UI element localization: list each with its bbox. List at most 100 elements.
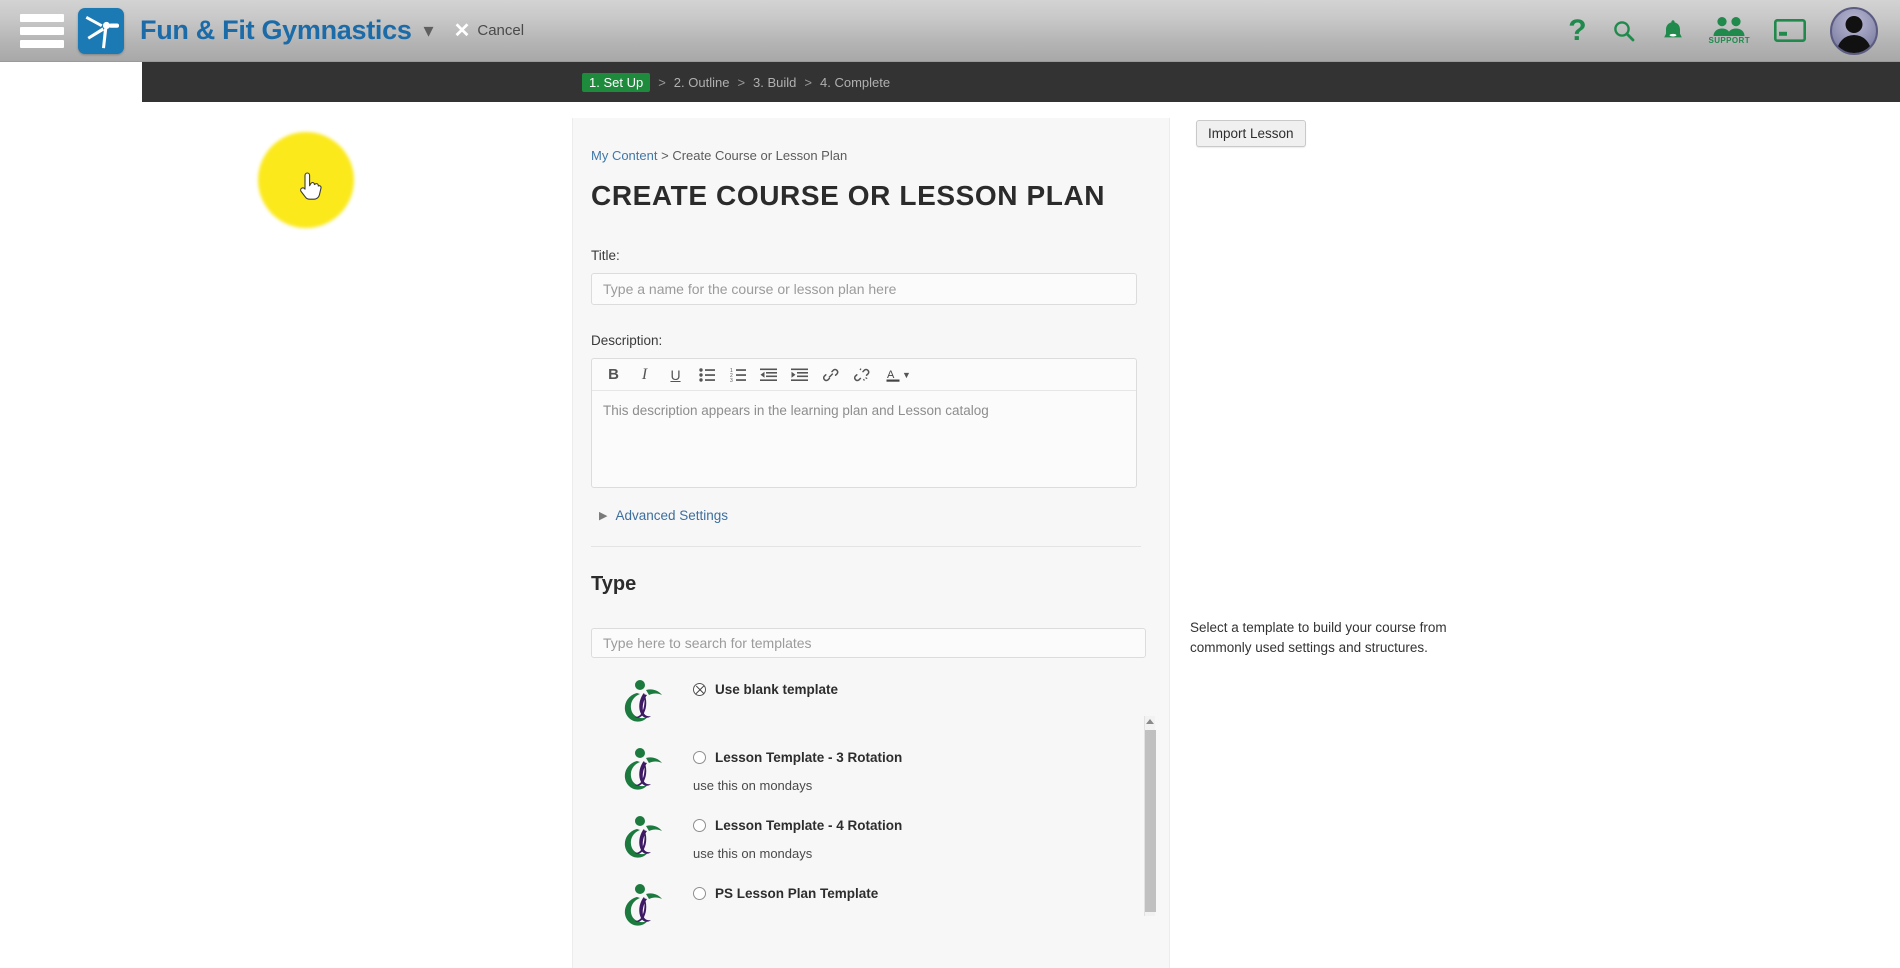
page-title: Create Course or Lesson Plan [591, 180, 1106, 211]
template-description: use this on mondays [693, 846, 813, 861]
credit-card-icon-svg [1774, 19, 1806, 42]
help-icon[interactable]: ? [1568, 15, 1586, 46]
template-logo-icon [613, 742, 671, 800]
template-name-line: Use blank template [693, 682, 838, 697]
step-separator: > [804, 74, 813, 90]
notification-bell-icon[interactable] [1661, 18, 1685, 44]
gymnast-logo-icon[interactable] [78, 7, 124, 54]
chevron-down-icon[interactable]: ▾ [424, 21, 434, 41]
wizard-step-4[interactable]: 4. Complete [820, 75, 890, 90]
app-root: Fun & Fit Gymnastics ▾ ✕ Cancel ? SUPPOR… [0, 0, 1900, 968]
template-list: Use blank template Lesson Template - 3 R… [591, 668, 1156, 940]
italic-icon[interactable]: I [629, 362, 660, 388]
pointing-hand-cursor [296, 172, 322, 209]
list-item[interactable]: PS Lesson Plan Template [591, 872, 1141, 940]
template-radio-4-rotation[interactable] [693, 819, 706, 832]
template-item-body: Use blank template [693, 674, 838, 697]
section-divider [591, 546, 1141, 547]
step-separator: > [658, 74, 666, 90]
people-icon-svg [1713, 17, 1745, 36]
unlink-svg [853, 367, 869, 381]
template-name: Lesson Template - 3 Rotation [715, 750, 903, 765]
bullet-list-svg [698, 367, 715, 382]
search-icon[interactable] [1611, 18, 1637, 44]
text-color-svg: A [886, 369, 899, 382]
chevron-down-icon[interactable]: ▼ [902, 370, 911, 380]
template-list-scrollbar[interactable] [1144, 716, 1156, 916]
top-header-bar: Fun & Fit Gymnastics ▾ ✕ Cancel ? SUPPOR… [0, 0, 1900, 62]
svg-text:3: 3 [730, 378, 733, 382]
list-item[interactable]: Lesson Template - 3 Rotation use this on… [591, 736, 1141, 804]
outdent-svg [760, 368, 777, 381]
template-logo-icon [613, 810, 671, 868]
template-name: PS Lesson Plan Template [715, 886, 879, 901]
template-name-line: Lesson Template - 3 Rotation [693, 750, 902, 765]
form-panel-inner: My Content > Create Course or Lesson Pla… [573, 118, 1169, 940]
template-logo-svg [624, 884, 662, 926]
description-editor: B I U 1 2 3 A ▼ This description appears… [591, 358, 1137, 488]
hamburger-bar [20, 26, 64, 35]
template-name: Use blank template [715, 682, 839, 697]
template-help-text: Select a template to build your course f… [1190, 620, 1447, 655]
list-item[interactable]: Lesson Template - 4 Rotation use this on… [591, 804, 1141, 872]
template-name: Lesson Template - 4 Rotation [715, 818, 903, 833]
advanced-settings-toggle[interactable]: ▶ Advanced Settings [599, 508, 1141, 523]
template-item-body: Lesson Template - 3 Rotation use this on… [693, 742, 902, 793]
template-radio-ps-lesson-plan[interactable] [693, 887, 706, 900]
list-item[interactable]: Use blank template [591, 668, 1141, 736]
main-form-panel: My Content > Create Course or Lesson Pla… [572, 118, 1170, 968]
hamburger-bar [20, 13, 64, 22]
breadcrumb-current: Create Course or Lesson Plan [672, 148, 848, 163]
wizard-step-1[interactable]: 1. Set Up [582, 72, 651, 92]
template-radio-blank[interactable] [693, 683, 706, 696]
description-field-label: Description: [591, 333, 663, 348]
unlink-icon[interactable] [846, 362, 877, 388]
type-section-heading: Type [591, 573, 637, 595]
step-separator: > [737, 74, 746, 90]
scrollbar-thumb[interactable] [1145, 730, 1156, 912]
template-name-line: PS Lesson Plan Template [693, 886, 878, 901]
title-input[interactable] [591, 273, 1137, 305]
bell-icon-svg [1663, 19, 1682, 37]
billing-card-icon[interactable] [1774, 19, 1806, 42]
template-name-line: Lesson Template - 4 Rotation [693, 818, 902, 833]
cancel-button[interactable]: ✕ Cancel [454, 21, 524, 41]
hamburger-bar [20, 39, 64, 48]
bold-icon[interactable]: B [598, 362, 629, 388]
user-avatar[interactable] [1830, 6, 1878, 55]
breadcrumb: My Content > Create Course or Lesson Pla… [591, 148, 1141, 163]
search-icon-svg [1613, 20, 1634, 41]
close-x-icon: ✕ [453, 19, 471, 42]
breadcrumb-separator: > [657, 148, 673, 163]
numbered-list-icon[interactable]: 1 2 3 [722, 362, 753, 388]
svg-text:A: A [887, 369, 895, 381]
template-logo-svg [624, 748, 662, 790]
bullet-list-icon[interactable] [691, 362, 722, 388]
wizard-step-2[interactable]: 2. Outline [674, 75, 730, 90]
underline-icon[interactable]: U [660, 362, 691, 388]
description-textarea[interactable]: This description appears in the learning… [592, 391, 1136, 487]
template-item-body: Lesson Template - 4 Rotation use this on… [693, 810, 902, 861]
advanced-settings-label: Advanced Settings [615, 508, 729, 523]
cancel-label: Cancel [477, 22, 525, 39]
support-label: SUPPORT [1708, 36, 1750, 45]
link-icon[interactable] [815, 362, 846, 388]
editor-toolbar: B I U 1 2 3 A ▼ [592, 359, 1136, 391]
pointing-hand-cursor-svg [300, 172, 322, 200]
wizard-step-3[interactable]: 3. Build [753, 75, 796, 90]
hamburger-menu-icon[interactable] [20, 13, 64, 48]
link-svg [822, 368, 838, 381]
template-logo-icon [613, 878, 671, 936]
import-lesson-button[interactable]: Import Lesson [1196, 120, 1306, 147]
template-search-input[interactable] [591, 628, 1146, 658]
outdent-icon[interactable] [753, 362, 784, 388]
scroll-up-arrow-icon[interactable] [1146, 719, 1154, 724]
template-logo-svg [624, 680, 662, 722]
template-search-wrapper [591, 628, 1146, 658]
support-icon[interactable]: SUPPORT [1709, 16, 1750, 45]
breadcrumb-my-content-link[interactable]: My Content [591, 148, 657, 163]
gymnast-logo-svg [85, 15, 119, 48]
template-radio-3-rotation[interactable] [693, 751, 706, 764]
indent-icon[interactable] [784, 362, 815, 388]
